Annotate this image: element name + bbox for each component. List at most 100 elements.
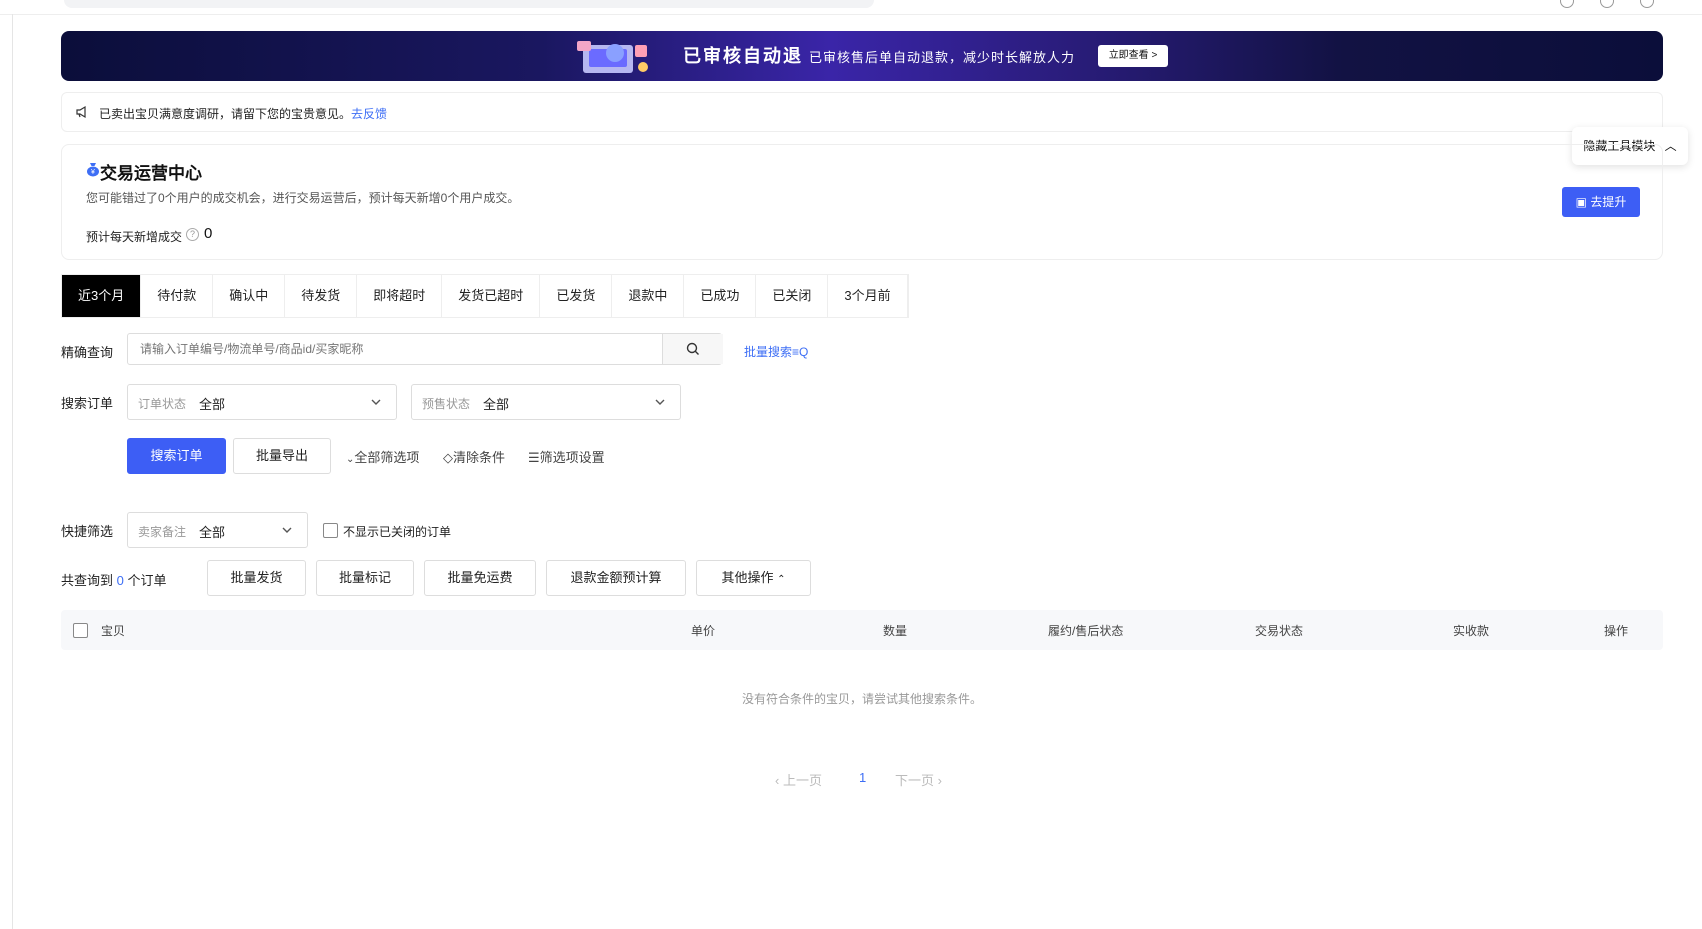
batch-export-button[interactable]: 批量导出 <box>233 438 331 474</box>
metric-value: 0 <box>204 225 213 242</box>
batch-ship-button[interactable]: 批量发货 <box>207 560 306 596</box>
seller-note-select[interactable]: 卖家备注 全部 <box>127 512 308 548</box>
search-orders-button[interactable]: 搜索订单 <box>127 438 226 474</box>
search-order-label: 搜索订单 <box>61 396 114 411</box>
notice-text-wrap: 已卖出宝贝满意度调研，请留下您的宝贵意见。去反馈 <box>99 105 387 122</box>
chevron-right-icon: › <box>937 773 942 788</box>
chevron-down-icon <box>655 399 665 405</box>
notice-text: 已卖出宝贝满意度调研，请留下您的宝贵意见。 <box>99 107 352 121</box>
banner-title: 已审核自动退 <box>683 46 803 66</box>
current-page[interactable]: 1 <box>859 770 866 785</box>
seller-note-value: 全部 <box>199 525 226 540</box>
tab-recent-3-months[interactable]: 近3个月 <box>62 275 142 317</box>
tab-closed[interactable]: 已关闭 <box>756 275 829 317</box>
order-status-key: 订单状态 <box>138 397 187 411</box>
order-table-header: 宝贝 单价 数量 履约/售后状态 交易状态 实收款 操作 <box>61 610 1663 650</box>
result-count: 共查询到 0 个订单 <box>61 570 167 589</box>
order-status-tabs: 近3个月 待付款 确认中 待发货 即将超时 发货已超时 已发货 退款中 已成功 … <box>61 274 909 318</box>
col-trade-status: 交易状态 <box>1255 624 1304 638</box>
batch-free-shipping-button[interactable]: 批量免运费 <box>424 560 536 596</box>
list-icon: ☰ <box>528 450 540 465</box>
prev-page-label: 上一页 <box>782 773 822 788</box>
tab-refunding[interactable]: 退款中 <box>612 275 685 317</box>
col-fulfillment-status: 履约/售后状态 <box>1048 624 1124 638</box>
left-divider <box>12 14 13 929</box>
batch-search-link[interactable]: 批量搜索≡Q <box>744 343 808 360</box>
order-status-value: 全部 <box>199 397 226 412</box>
precise-query-box <box>127 333 723 365</box>
search-submit-button[interactable] <box>662 334 723 364</box>
next-page-label: 下一页 <box>895 773 935 788</box>
next-page-button[interactable]: 下一页 › <box>895 770 942 789</box>
tab-pending-shipment[interactable]: 待发货 <box>285 275 358 317</box>
chart-icon: ▣ <box>1575 195 1587 209</box>
improve-button-label: 去提升 <box>1590 195 1627 209</box>
prev-page-button[interactable]: ‹ 上一页 <box>775 770 822 789</box>
all-filters-toggle[interactable]: ⌄全部筛选项 <box>346 447 419 466</box>
tab-shipped[interactable]: 已发货 <box>540 275 613 317</box>
hide-closed-checkbox[interactable] <box>323 523 338 538</box>
list-search-icon: ≡Q <box>792 345 809 359</box>
presale-status-select[interactable]: 预售状态 全部 <box>411 384 681 420</box>
filter-settings-button[interactable]: ☰筛选项设置 <box>528 447 605 466</box>
tab-pending-payment[interactable]: 待付款 <box>141 275 214 317</box>
search-icon <box>686 342 699 355</box>
banner-view-button[interactable]: 立即查看 > <box>1098 45 1168 67</box>
clear-conditions-label: 清除条件 <box>453 450 506 465</box>
presale-status-value: 全部 <box>483 397 510 412</box>
survey-notice: 已卖出宝贝满意度调研，请留下您的宝贵意见。去反馈 <box>61 92 1663 132</box>
col-actions: 操作 <box>1604 624 1629 638</box>
banner-subtitle: 已审核售后单自动退款，减少时长解放人力 <box>809 50 1076 65</box>
chevron-up-icon: ⌃ <box>777 574 786 585</box>
tab-before-3-months[interactable]: 3个月前 <box>828 275 908 317</box>
chevron-up-icon: ︿ <box>1664 139 1677 153</box>
browser-top-strip <box>0 0 1702 15</box>
col-unit-price: 单价 <box>691 624 716 638</box>
result-prefix: 共查询到 <box>61 573 114 588</box>
hide-closed-label: 不显示已关闭的订单 <box>343 525 452 539</box>
other-actions-label: 其他操作 <box>721 570 774 585</box>
col-quantity: 数量 <box>883 624 908 638</box>
batch-search-label: 批量搜索 <box>744 345 793 359</box>
toolbar-icon-3[interactable] <box>1640 0 1654 8</box>
batch-mark-button[interactable]: 批量标记 <box>316 560 414 596</box>
tab-about-to-timeout[interactable]: 即将超时 <box>357 275 443 317</box>
promo-banner[interactable]: 已审核自动退 已审核售后单自动退款，减少时长解放人力 立即查看 > <box>61 31 1663 81</box>
select-all-checkbox[interactable] <box>73 623 88 638</box>
megaphone-icon <box>76 105 86 119</box>
ops-card-desc: 您可能错过了0个用户的成交机会，进行交易运营后，预计每天新增0个用户成交。 <box>86 191 520 205</box>
svg-text:¥: ¥ <box>91 169 95 176</box>
precise-search-input[interactable] <box>128 334 660 364</box>
tab-succeeded[interactable]: 已成功 <box>684 275 757 317</box>
improve-button[interactable]: ▣ 去提升 <box>1562 187 1640 217</box>
money-bag-icon: ¥ <box>87 163 99 177</box>
empty-state-text: 没有符合条件的宝贝，请尝试其他搜索条件。 <box>741 692 982 706</box>
order-status-select[interactable]: 订单状态 全部 <box>127 384 397 420</box>
metric-label: 预计每天新增成交 <box>86 230 183 244</box>
clear-conditions-button[interactable]: ◇清除条件 <box>443 447 505 466</box>
chevron-left-icon: ‹ <box>775 773 780 788</box>
precise-query-label: 精确查询 <box>61 345 114 360</box>
feedback-link[interactable]: 去反馈 <box>351 107 387 121</box>
other-actions-button[interactable]: 其他操作 ⌃ <box>696 560 811 596</box>
toolbar-icon-2[interactable] <box>1600 0 1614 8</box>
presale-status-key: 预售状态 <box>422 397 471 411</box>
result-number: 0 <box>116 573 124 588</box>
toolbar-icon-1[interactable] <box>1560 0 1574 8</box>
all-filters-label: 全部筛选项 <box>354 450 420 465</box>
col-item: 宝贝 <box>101 624 126 638</box>
eraser-icon: ◇ <box>443 450 453 465</box>
col-received-amount: 实收款 <box>1453 624 1490 638</box>
trade-ops-center-card: ¥ 交易运营中心 您可能错过了0个用户的成交机会，进行交易运营后，预计每天新增0… <box>61 144 1663 260</box>
refund-precalc-button[interactable]: 退款金额预计算 <box>546 560 686 596</box>
chevron-down-icon <box>282 527 292 533</box>
banner-illustration-icon <box>577 41 648 73</box>
ops-card-title: 交易运营中心 <box>100 164 202 183</box>
tab-confirming[interactable]: 确认中 <box>213 275 286 317</box>
help-icon[interactable]: ? <box>186 228 199 241</box>
top-search-bar[interactable] <box>64 0 874 8</box>
chevron-down-icon <box>371 399 381 405</box>
result-suffix: 个订单 <box>127 573 167 588</box>
tab-shipment-timeout[interactable]: 发货已超时 <box>442 275 541 317</box>
quick-filter-label: 快捷筛选 <box>61 524 114 539</box>
